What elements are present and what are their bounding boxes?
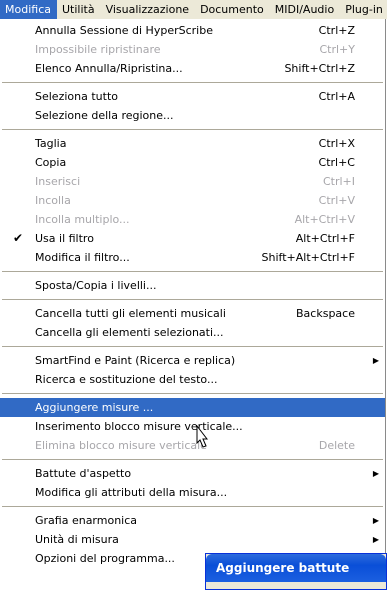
menu-item-label: Incolla	[35, 194, 71, 207]
add-measures-dialog: Aggiungere battute	[205, 553, 387, 590]
submenu-arrow-icon: ▶	[372, 356, 379, 365]
menu-item-shortcut: Shift+Ctrl+Z	[284, 62, 355, 75]
menu-separator	[2, 459, 383, 460]
edit-menu-dropdown: Annulla Sessione di HyperScribe Ctrl+Z Imp…	[0, 19, 386, 590]
menu-item-label: Copia	[35, 156, 67, 169]
menu-bar: Modifica Utilità Visualizzazione Documento M…	[0, 0, 387, 19]
menu-item-grafia-enarmonica[interactable]: Grafia enarmonica ▶	[0, 511, 385, 530]
menu-item-label: Sposta/Copia i livelli...	[35, 279, 157, 292]
dialog-title[interactable]: Aggiungere battute	[206, 554, 386, 582]
menu-item-label: Impossibile ripristinare	[35, 43, 161, 56]
menu-item-shortcut: Ctrl+I	[322, 175, 355, 188]
menu-item-elenco-annulla-ripristina[interactable]: Elenco Annulla/Ripristina... Shift+Ctrl+Z	[0, 59, 385, 78]
menu-item-shortcut: Ctrl+C	[318, 156, 355, 169]
menu-item-impossibile-ripristinare: Impossibile ripristinare Ctrl+Y	[0, 40, 385, 59]
menu-item-label: Opzioni del programma...	[35, 552, 175, 565]
menu-item-shortcut: Backspace	[296, 307, 355, 320]
menu-item-usa-il-filtro[interactable]: ✔ Usa il filtro Alt+Ctrl+F	[0, 229, 385, 248]
menu-item-cancella-gli-elementi-selezionati[interactable]: Cancella gli elementi selezionati...	[0, 323, 385, 342]
menu-item-label: Cancella gli elementi selezionati...	[35, 326, 224, 339]
menu-item-label: Elenco Annulla/Ripristina...	[35, 62, 183, 75]
menu-item-shortcut: Alt+Ctrl+V	[294, 213, 355, 226]
menu-item-modifica-gli-attributi-della-misura[interactable]: Modifica gli attributi della misura...	[0, 483, 385, 502]
menu-item-label: Incolla multiplo...	[35, 213, 130, 226]
menu-item-incolla-multiplo: Incolla multiplo... Alt+Ctrl+V	[0, 210, 385, 229]
menu-item-shortcut: Ctrl+Z	[318, 24, 355, 37]
menubar-item-documento[interactable]: Documento	[195, 0, 270, 19]
menu-item-label: Modifica gli attributi della misura...	[35, 486, 228, 499]
menu-item-incolla: Incolla Ctrl+V	[0, 191, 385, 210]
menubar-item-midi-audio[interactable]: MIDI/Audio	[270, 0, 340, 19]
menu-item-label: Taglia	[35, 137, 67, 150]
checkmark-icon: ✔	[13, 231, 24, 245]
menu-separator	[2, 346, 383, 347]
menu-separator	[2, 271, 383, 272]
menu-separator	[2, 506, 383, 507]
menu-item-shortcut: Ctrl+X	[318, 137, 355, 150]
menu-item-label: Elimina blocco misure verticale	[35, 439, 207, 452]
menubar-item-modifica[interactable]: Modifica	[0, 0, 57, 19]
menu-item-label: SmartFind e Paint (Ricerca e replica)	[35, 354, 236, 367]
menu-item-ricerca-e-sostituzione-del-testo[interactable]: Ricerca e sostituzione del testo...	[0, 370, 385, 389]
menu-item-taglia[interactable]: Taglia Ctrl+X	[0, 134, 385, 153]
menu-item-annulla-sessione-di-hyperscribe[interactable]: Annulla Sessione di HyperScribe Ctrl+Z	[0, 21, 385, 40]
submenu-arrow-icon: ▶	[372, 516, 379, 525]
menu-item-shortcut: Ctrl+Y	[319, 43, 355, 56]
menu-separator	[2, 299, 383, 300]
menu-item-label: Annulla Sessione di HyperScribe	[35, 24, 213, 37]
submenu-arrow-icon: ▶	[372, 535, 379, 544]
menu-item-shortcut: Ctrl+A	[318, 90, 355, 103]
menu-item-label: Cancella tutti gli elementi musicali	[35, 307, 226, 320]
menu-separator	[2, 129, 383, 130]
menu-item-label: Selezione della regione...	[35, 109, 174, 122]
menu-item-label: Unità di misura	[35, 533, 119, 546]
menu-item-label: Battute d'aspetto	[35, 467, 132, 480]
menu-item-cancella-tutti-gli-elementi-musicali[interactable]: Cancella tutti gli elementi musicali Back…	[0, 304, 385, 323]
menu-item-shortcut: Ctrl+V	[318, 194, 355, 207]
menu-item-unit-di-misura[interactable]: Unità di misura ▶	[0, 530, 385, 549]
menubar-item-visualizzazione[interactable]: Visualizzazione	[101, 0, 195, 19]
menu-item-seleziona-tutto[interactable]: Seleziona tutto Ctrl+A	[0, 87, 385, 106]
menu-item-label: Inserisci	[35, 175, 81, 188]
menu-item-selezione-della-regione[interactable]: Selezione della regione...	[0, 106, 385, 125]
menu-item-copia[interactable]: Copia Ctrl+C	[0, 153, 385, 172]
menu-item-label: Ricerca e sostituzione del testo...	[35, 373, 218, 386]
menu-item-modifica-il-filtro[interactable]: Modifica il filtro... Shift+Alt+Ctrl+F	[0, 248, 385, 267]
menu-item-battute-d-aspetto[interactable]: Battute d'aspetto ▶	[0, 464, 385, 483]
menubar-item-plug-in[interactable]: Plug-in	[340, 0, 387, 19]
menu-separator	[2, 82, 383, 83]
menubar-item-utilit-[interactable]: Utilità	[57, 0, 101, 19]
menu-item-sposta-copia-i-livelli[interactable]: Sposta/Copia i livelli...	[0, 276, 385, 295]
menu-item-label: Grafia enarmonica	[35, 514, 138, 527]
menu-item-label: Modifica il filtro...	[35, 251, 130, 264]
menu-item-label: Usa il filtro	[35, 232, 94, 245]
mouse-cursor-icon	[196, 425, 209, 448]
menu-item-inserisci: Inserisci Ctrl+I	[0, 172, 385, 191]
menu-item-shortcut: Alt+Ctrl+F	[295, 232, 355, 245]
menu-separator	[2, 393, 383, 394]
menu-item-label: Seleziona tutto	[35, 90, 118, 103]
menu-item-aggiungere-misure[interactable]: Aggiungere misure ...	[0, 398, 385, 417]
menu-item-label: Aggiungere misure ...	[35, 401, 154, 414]
menu-item-shortcut: Delete	[318, 439, 355, 452]
submenu-arrow-icon: ▶	[372, 469, 379, 478]
menu-item-shortcut: Shift+Alt+Ctrl+F	[261, 251, 355, 264]
menu-item-smartfind-e-paint-ricerca-e-replica[interactable]: SmartFind e Paint (Ricerca e replica) ▶	[0, 351, 385, 370]
